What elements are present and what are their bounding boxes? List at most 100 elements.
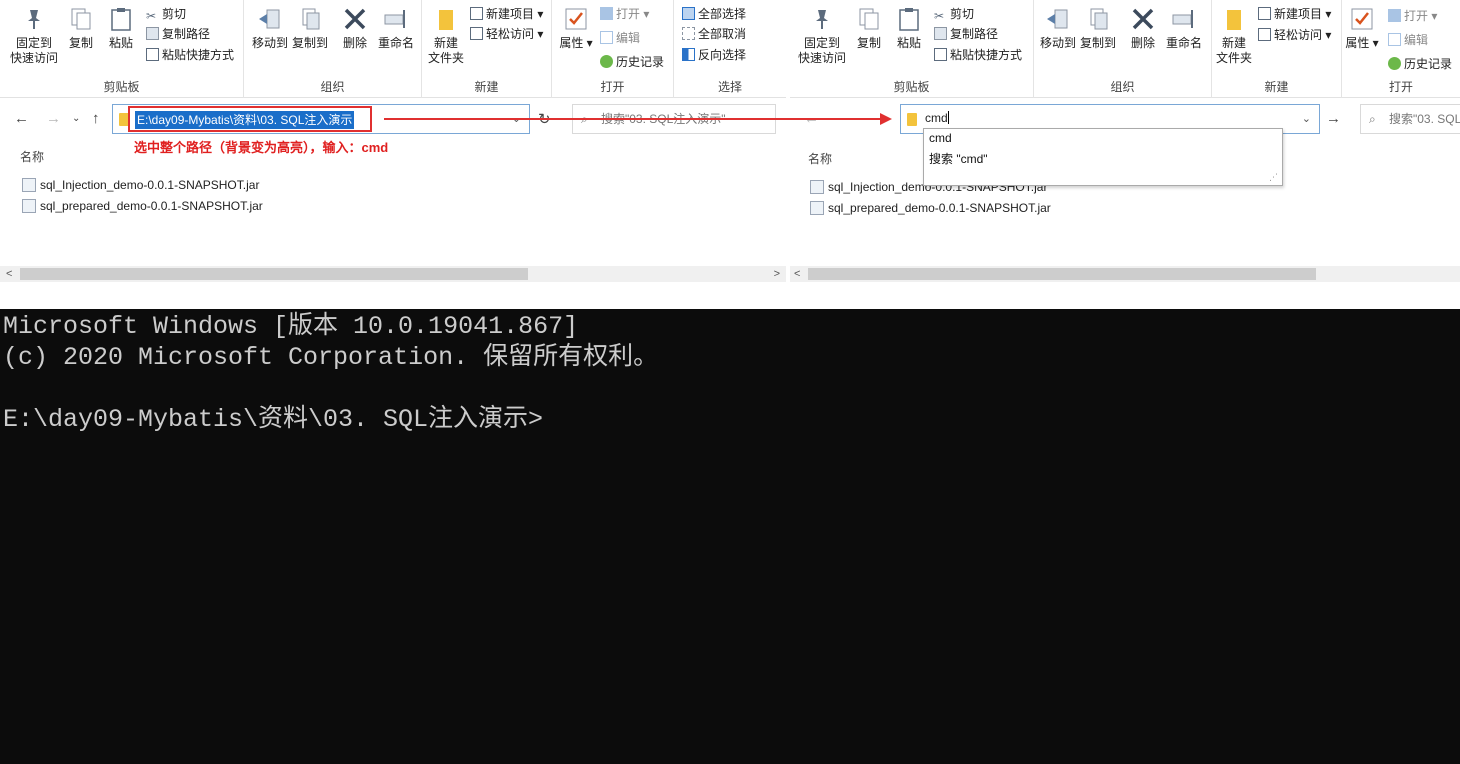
open-icon (1388, 9, 1401, 22)
copy-path-icon (146, 27, 159, 40)
delete-button[interactable]: 删除 (1126, 6, 1160, 51)
paste-label: 粘贴 (896, 36, 921, 50)
pin-quick-access-button[interactable]: 固定到 快速访问 (796, 6, 848, 66)
organize-group: 移动到 复制到 删除 重命名 组织 (244, 0, 422, 98)
paste-button[interactable]: 粘贴 (104, 6, 138, 51)
new-folder-button[interactable]: 新建 文件夹 (1214, 6, 1254, 66)
horizontal-scrollbar[interactable]: < (790, 266, 1460, 282)
column-header-name[interactable]: 名称 (20, 148, 44, 165)
scrollbar-thumb[interactable] (20, 268, 528, 280)
copy-button[interactable]: 复制 (64, 6, 98, 51)
clipboard-group: 固定到 快速访问 复制 粘贴 ✂ 剪切 复制路径 粘贴快捷方式 剪贴板 (790, 0, 1034, 98)
new-item-button[interactable]: 新建项目 ▾ (470, 5, 543, 23)
recent-locations-chevron-icon[interactable]: ⌄ (72, 113, 80, 124)
address-dropdown-chevron-icon[interactable]: ⌄ (1302, 112, 1311, 125)
move-to-label: 移动到 (251, 36, 288, 50)
edit-icon (1388, 33, 1401, 46)
paste-shortcut-button[interactable]: 粘贴快捷方式 (934, 46, 1022, 64)
move-to-button[interactable]: 移动到 (1038, 6, 1078, 51)
move-to-label: 移动到 (1039, 36, 1076, 50)
easy-access-button[interactable]: 轻松访问 ▾ (470, 25, 543, 43)
edit-button[interactable]: 编辑 (600, 29, 640, 47)
left-file-explorer: 固定到 快速访问 复制 粘贴 ✂ 剪切 复制路径 粘贴快捷方式 剪贴板 移动到 … (0, 0, 786, 284)
copy-icon (71, 8, 91, 30)
file-row[interactable]: sql_prepared_demo-0.0.1-SNAPSHOT.jar (22, 196, 263, 216)
delete-button[interactable]: 删除 (338, 6, 372, 51)
horizontal-scrollbar[interactable]: < > (0, 266, 786, 282)
forward-arrow-icon[interactable]: → (46, 110, 61, 127)
command-prompt-console[interactable]: Microsoft Windows [版本 10.0.19041.867] (c… (0, 309, 1460, 764)
cut-button[interactable]: ✂ 剪切 (146, 5, 186, 23)
search-placeholder: 搜索"03. SQL注入演示" (1389, 112, 1460, 126)
copy-path-button[interactable]: 复制路径 (934, 25, 998, 43)
history-button[interactable]: 历史记录 (600, 53, 664, 71)
annotation-highlight-box (128, 106, 372, 132)
column-header-name[interactable]: 名称 (808, 150, 832, 167)
cut-button[interactable]: ✂ 剪切 (934, 5, 974, 23)
new-folder-label-1: 新建 (1221, 36, 1246, 50)
search-icon: ⌕ (1369, 112, 1376, 126)
invert-selection-button[interactable]: 反向选择 (682, 46, 746, 64)
rename-button[interactable]: 重命名 (376, 6, 416, 51)
properties-label: 属性 (1345, 36, 1370, 50)
cut-label: 剪切 (950, 7, 975, 21)
scrollbar-thumb[interactable] (808, 268, 1316, 280)
move-to-button[interactable]: 移动到 (250, 6, 290, 51)
new-folder-button[interactable]: 新建 文件夹 (426, 6, 466, 66)
copy-path-button[interactable]: 复制路径 (146, 25, 210, 43)
pin-quick-access-button[interactable]: 固定到 快速访问 (8, 6, 60, 66)
paste-shortcut-button[interactable]: 粘贴快捷方式 (146, 46, 234, 64)
properties-button[interactable]: 属性 ▾ (558, 6, 594, 51)
resize-grip-icon[interactable]: ⋰ (1269, 172, 1278, 183)
scroll-left-arrow-icon[interactable]: < (6, 266, 12, 282)
scroll-right-arrow-icon[interactable]: > (774, 266, 780, 282)
copy-to-button[interactable]: 复制到 (290, 6, 330, 51)
copy-path-label: 复制路径 (950, 27, 999, 41)
history-button[interactable]: 历史记录 (1388, 55, 1452, 73)
edit-label: 编辑 (616, 31, 641, 45)
address-typed-text[interactable]: cmd (925, 111, 949, 125)
select-all-button[interactable]: 全部选择 (682, 5, 746, 23)
copy-button[interactable]: 复制 (852, 6, 886, 51)
easy-access-button[interactable]: 轻松访问 ▾ (1258, 26, 1331, 44)
typed-command: cmd (925, 111, 948, 125)
select-all-label: 全部选择 (698, 7, 747, 21)
delete-x-icon (344, 8, 366, 30)
edit-button[interactable]: 编辑 (1388, 31, 1428, 49)
rename-icon (384, 10, 405, 28)
search-input[interactable]: ⌕ 搜索"03. SQL注入演示" (1360, 104, 1460, 134)
paste-shortcut-label: 粘贴快捷方式 (950, 48, 1023, 62)
open-icon (600, 7, 613, 20)
up-arrow-icon[interactable]: ↑ (92, 110, 100, 127)
copy-path-label: 复制路径 (162, 27, 211, 41)
folder-icon (907, 113, 917, 126)
suggestion-item-cmd[interactable]: cmd (929, 131, 952, 145)
file-row[interactable]: sql_Injection_demo-0.0.1-SNAPSHOT.jar (22, 175, 259, 195)
file-name: sql_prepared_demo-0.0.1-SNAPSHOT.jar (828, 201, 1051, 215)
copy-to-button[interactable]: 复制到 (1078, 6, 1118, 51)
organize-group: 移动到 复制到 删除 重命名 组织 (1034, 0, 1212, 98)
select-none-button[interactable]: 全部取消 (682, 25, 746, 43)
open-button[interactable]: 打开 ▾ (600, 5, 649, 23)
select-group: 全部选择 全部取消 反向选择 选择 (674, 0, 786, 98)
paste-icon (111, 8, 131, 31)
pin-label-2: 快速访问 (797, 51, 846, 65)
back-arrow-icon[interactable]: ← (14, 110, 29, 127)
scroll-left-arrow-icon[interactable]: < (794, 266, 800, 282)
invert-selection-label: 反向选择 (698, 48, 747, 62)
delete-label: 删除 (342, 36, 367, 50)
file-row[interactable]: sql_prepared_demo-0.0.1-SNAPSHOT.jar (810, 198, 1051, 218)
suggestion-item-search-cmd[interactable]: 搜索 "cmd" (929, 150, 988, 167)
copy-label: 复制 (68, 36, 93, 50)
new-item-button[interactable]: 新建项目 ▾ (1258, 5, 1331, 23)
properties-button[interactable]: 属性 ▾ (1344, 6, 1380, 51)
rename-button[interactable]: 重命名 (1164, 6, 1204, 51)
jar-file-icon (22, 199, 36, 213)
paste-button[interactable]: 粘贴 (892, 6, 926, 51)
go-arrow-icon[interactable]: → (1326, 110, 1341, 127)
history-label: 历史记录 (1404, 57, 1453, 71)
easy-access-icon (470, 27, 483, 40)
console-line-prompt[interactable]: E:\day09-Mybatis\资料\03. SQL注入演示> (3, 404, 1460, 435)
open-button[interactable]: 打开 ▾ (1388, 7, 1437, 25)
open-label: 打开 (616, 7, 641, 21)
